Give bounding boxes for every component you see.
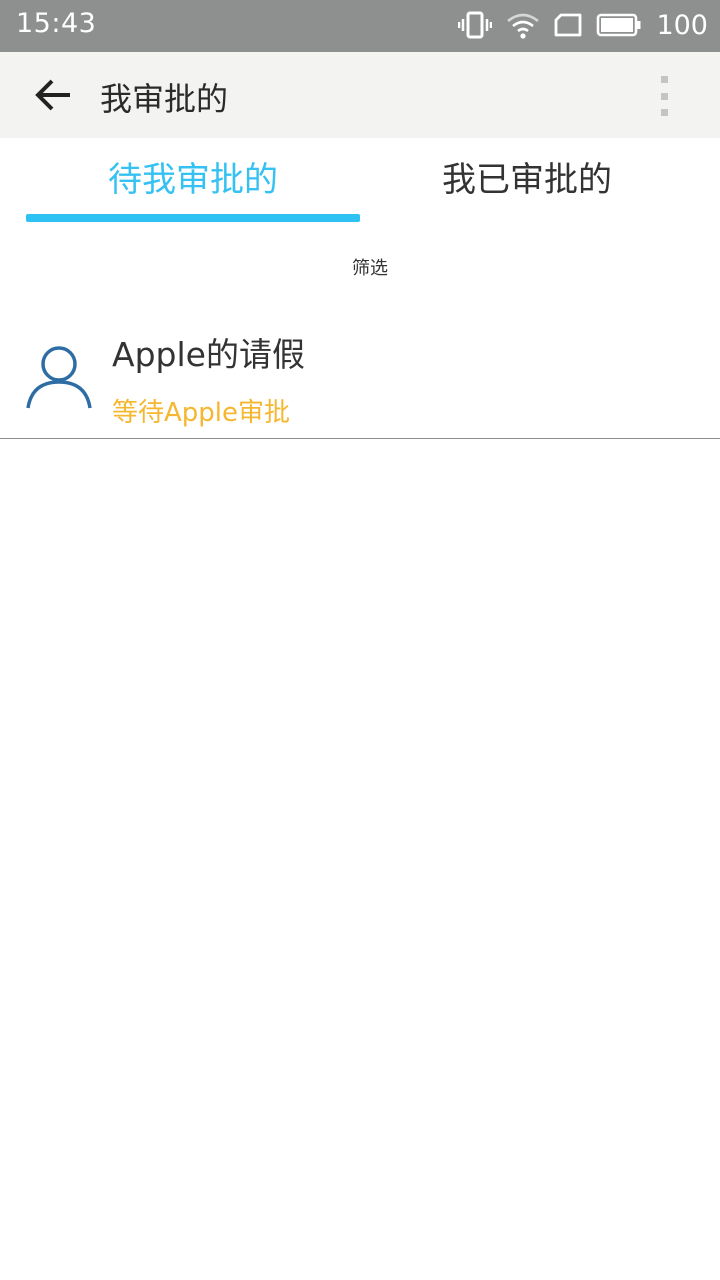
more-dot (660, 109, 668, 116)
page-title: 我审批的 (100, 80, 229, 118)
more-dot (660, 92, 668, 100)
tab-bar: 待我审批的 我已审批的 (0, 138, 720, 226)
tab-indicator (26, 214, 360, 222)
more-vertical-icon (660, 76, 668, 83)
status-icons: 100 (458, 6, 708, 44)
tab-approved[interactable]: 我已审批的 (360, 138, 694, 226)
arrow-left-icon (35, 79, 70, 111)
filter-button[interactable]: 筛选 (0, 254, 720, 280)
status-bar: 15:43 100 (0, 0, 720, 52)
battery-percent: 100 (656, 9, 708, 41)
back-button[interactable] (28, 72, 80, 118)
user-icon (26, 346, 92, 409)
vibrate-icon (458, 11, 493, 39)
list-item-status: 等待Apple审批 (112, 398, 291, 428)
status-time: 15:43 (16, 8, 97, 39)
wifi-icon (507, 13, 540, 39)
overflow-menu-button[interactable] (652, 76, 676, 116)
sim-icon (555, 13, 582, 37)
app-bar: 我审批的 (0, 52, 720, 138)
list-item-title: Apple的请假 (112, 335, 305, 374)
list-item[interactable]: Apple的请假 等待Apple审批 (0, 312, 720, 439)
battery-icon (597, 13, 641, 37)
tab-pending-approval[interactable]: 待我审批的 (26, 138, 360, 226)
